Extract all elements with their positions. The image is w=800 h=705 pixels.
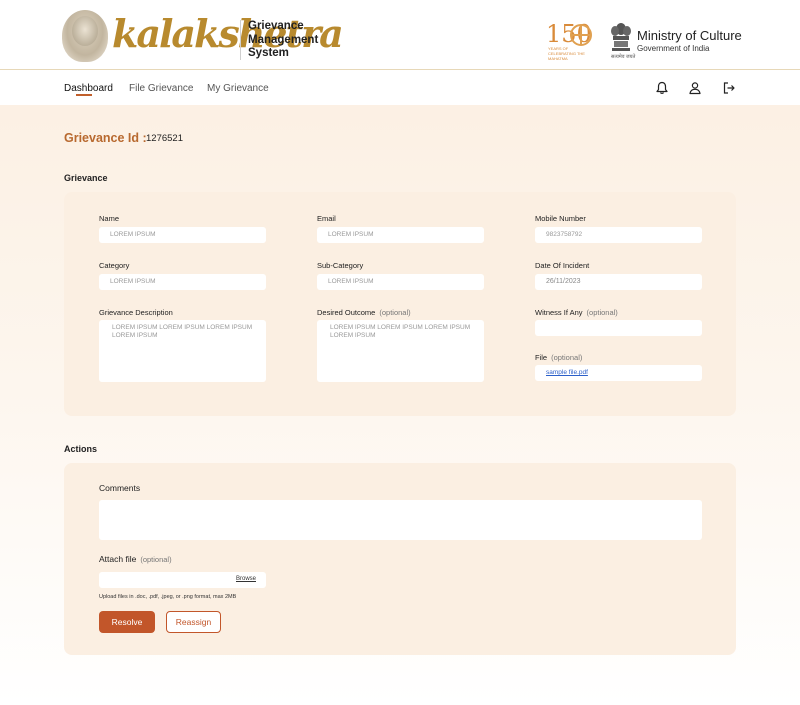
file-label: File (optional) bbox=[535, 353, 582, 362]
anniversary-text: YEARS OF CELEBRATING THE MAHATMA bbox=[548, 46, 585, 61]
email-field[interactable]: LOREM IPSUM bbox=[317, 227, 484, 243]
nav-my-grievance[interactable]: My Grievance bbox=[207, 83, 269, 94]
name-label: Name bbox=[99, 214, 120, 223]
email-label: Email bbox=[317, 214, 336, 223]
top-nav: Dashboard File Grievance My Grievance bbox=[0, 70, 800, 105]
app-title: Grievance Management System bbox=[248, 20, 338, 61]
charkha-icon bbox=[570, 24, 592, 46]
attach-file-input[interactable]: Browse bbox=[99, 572, 266, 588]
mobile-label: Mobile Number bbox=[535, 214, 586, 223]
kalakshetra-logo[interactable]: kalakshetra bbox=[112, 8, 344, 60]
ministry-title: Ministry of Culture bbox=[637, 28, 742, 43]
founder-portrait bbox=[62, 10, 108, 62]
attach-label: Attach file (optional) bbox=[99, 554, 172, 564]
grievance-section-title: Grievance bbox=[64, 173, 108, 183]
user-icon[interactable] bbox=[688, 81, 702, 95]
ministry-subtitle: Government of India bbox=[637, 44, 710, 53]
nav-file-grievance[interactable]: File Grievance bbox=[129, 83, 193, 94]
attach-optional: (optional) bbox=[140, 555, 172, 564]
emblem-caption: सत्यमेव जयते bbox=[611, 54, 636, 60]
outcome-label: Desired Outcome (optional) bbox=[317, 308, 411, 317]
subcategory-field[interactable]: LOREM IPSUM bbox=[317, 274, 484, 290]
comments-label: Comments bbox=[99, 483, 141, 493]
grievance-id-value: 1276521 bbox=[146, 133, 183, 144]
nav-dashboard[interactable]: Dashboard bbox=[64, 83, 113, 94]
logo-divider bbox=[240, 20, 241, 60]
outcome-optional: (optional) bbox=[379, 308, 411, 317]
category-field[interactable]: LOREM IPSUM bbox=[99, 274, 266, 290]
gandhi-150-logo: 150 YEARS OF CELEBRATING THE MAHATMA bbox=[546, 22, 594, 62]
logout-icon[interactable] bbox=[722, 81, 736, 95]
app-title-line1: Grievance bbox=[248, 20, 304, 32]
grievance-id-label: Grievance Id : bbox=[64, 131, 147, 145]
date-field[interactable]: 26/11/2023 bbox=[535, 274, 702, 290]
witness-field[interactable] bbox=[535, 320, 702, 336]
attach-label-text: Attach file bbox=[99, 554, 137, 564]
app-title-line2: Management bbox=[248, 33, 319, 46]
category-label: Category bbox=[99, 261, 130, 270]
date-label: Date Of Incident bbox=[535, 261, 590, 270]
actions-section-title: Actions bbox=[64, 444, 98, 454]
witness-label: Witness If Any (optional) bbox=[535, 308, 618, 317]
outcome-label-text: Desired Outcome bbox=[317, 308, 376, 317]
file-optional: (optional) bbox=[551, 353, 583, 362]
active-tab-indicator bbox=[76, 94, 92, 96]
file-label-text: File bbox=[535, 353, 548, 362]
reassign-button[interactable]: Reassign bbox=[166, 611, 221, 633]
bell-icon[interactable] bbox=[655, 81, 669, 95]
description-textarea[interactable]: LOREM IPSUM LOREM IPSUM LOREM IPSUM LORE… bbox=[99, 320, 266, 382]
app-header: kalakshetra Grievance Management System … bbox=[0, 0, 800, 70]
outcome-textarea[interactable]: LOREM IPSUM LOREM IPSUM LOREM IPSUM LORE… bbox=[317, 320, 484, 382]
name-field[interactable]: LOREM IPSUM bbox=[99, 227, 266, 243]
file-link[interactable]: sample file.pdf bbox=[535, 369, 588, 376]
browse-button[interactable]: Browse bbox=[236, 576, 256, 582]
upload-hint: Upload files in .doc, .pdf, .jpeg, or .p… bbox=[99, 594, 237, 600]
comments-textarea[interactable] bbox=[99, 500, 702, 540]
grievance-card bbox=[64, 192, 736, 416]
app-title-line3: System bbox=[248, 47, 289, 59]
witness-label-text: Witness If Any bbox=[535, 308, 583, 317]
resolve-button[interactable]: Resolve bbox=[99, 611, 155, 633]
subcategory-label: Sub-Category bbox=[317, 261, 364, 270]
description-label: Grievance Description bbox=[99, 308, 173, 317]
witness-optional: (optional) bbox=[586, 308, 618, 317]
file-field: sample file.pdf bbox=[535, 365, 702, 381]
mobile-field[interactable]: 9823758792 bbox=[535, 227, 702, 243]
